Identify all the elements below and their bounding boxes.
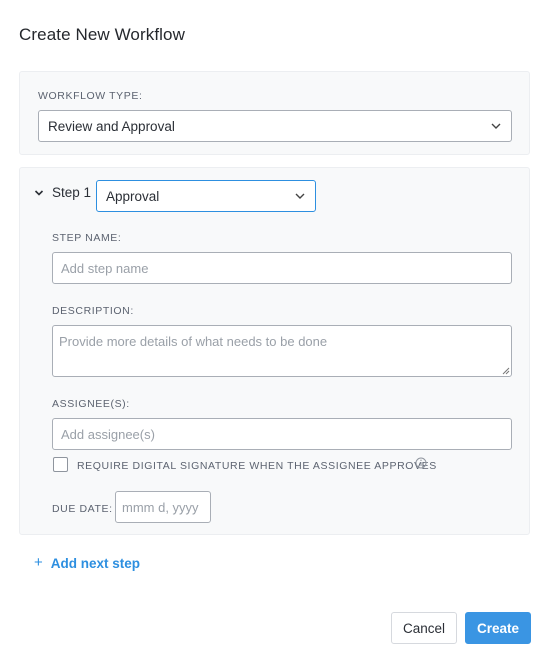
step-type-select[interactable]: Approval [96,180,316,212]
step-name-input[interactable] [52,252,512,284]
assignees-input[interactable] [52,418,512,450]
cancel-button[interactable]: Cancel [391,612,457,644]
due-date-label: DUE DATE: [52,503,113,515]
due-date-input[interactable] [115,491,211,523]
workflow-type-value: Review and Approval [48,118,175,134]
chevron-down-icon[interactable] [34,188,44,198]
require-signature-checkbox[interactable] [53,457,68,472]
step-name-label: STEP NAME: [52,232,122,244]
dialog-title: Create New Workflow [19,25,185,44]
step-type-value: Approval [106,188,160,204]
add-next-step-label: Add next step [50,556,141,571]
plus-icon: + [34,554,43,571]
assignees-label: ASSIGNEE(S): [52,398,130,410]
create-workflow-dialog: Create New Workflow WORKFLOW TYPE: Revie… [0,0,554,665]
workflow-type-select[interactable]: Review and Approval [38,110,512,142]
info-icon[interactable] [415,457,427,469]
step-header: Step 1 [34,185,91,200]
workflow-type-label: WORKFLOW TYPE: [38,90,143,102]
require-signature-label: REQUIRE DIGITAL SIGNATURE WHEN THE ASSIG… [77,460,437,472]
resize-grip-icon[interactable] [502,367,510,375]
chevron-down-icon [491,123,501,129]
create-button[interactable]: Create [465,612,531,644]
description-textarea[interactable] [52,325,512,377]
chevron-down-icon [295,193,305,199]
description-label: DESCRIPTION: [52,305,134,317]
step-label: Step 1 [52,185,92,200]
add-next-step-link[interactable]: + Add next step [34,554,141,571]
